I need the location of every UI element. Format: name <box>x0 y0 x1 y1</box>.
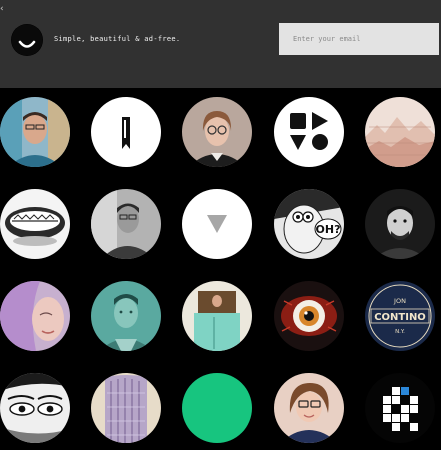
avatar-woman-glasses[interactable] <box>182 97 252 167</box>
avatar-oh-illustration[interactable]: OH? <box>274 189 344 259</box>
avatar-grid-logo[interactable] <box>365 373 435 443</box>
back-chevron-icon[interactable]: ‹ <box>0 4 6 14</box>
tagline-text: Simple, beautiful & ad-free. <box>54 35 181 43</box>
avatar-green-circle[interactable] <box>182 373 252 443</box>
avatar-woman-glasses-2[interactable] <box>274 373 344 443</box>
header-bar: ‹ Simple, beautiful & ad-free. <box>0 0 441 88</box>
email-input[interactable] <box>279 23 439 55</box>
avatar-teal-portrait[interactable] <box>91 281 161 351</box>
smile-circle-icon[interactable] <box>11 24 43 56</box>
badge-top-text: JON <box>393 297 406 305</box>
avatar-triangle-logo[interactable] <box>182 189 252 259</box>
avatar-purple-hair[interactable] <box>0 281 70 351</box>
avatar-man-blue-shirt[interactable] <box>0 97 70 167</box>
avatar-bookmark-logo[interactable] <box>91 97 161 167</box>
avatar-man-bw[interactable] <box>91 189 161 259</box>
avatar-door-teal[interactable] <box>182 281 252 351</box>
illustration-text: OH? <box>316 223 341 236</box>
avatar-eyeball-illustration[interactable] <box>274 281 344 351</box>
badge-main-text: CONTINO <box>374 312 426 323</box>
avatar-braided-hair[interactable] <box>91 373 161 443</box>
avatar-man-dark[interactable] <box>365 189 435 259</box>
avatar-contino-badge[interactable]: JON CONTINO N.Y. <box>365 281 435 351</box>
avatar-sketch-landscape[interactable] <box>365 97 435 167</box>
avatar-cartoon-creature[interactable] <box>0 189 70 259</box>
badge-bottom-text: N.Y. <box>395 329 405 335</box>
avatar-grid: OH? JON CONTINO N.Y. <box>0 88 441 450</box>
avatar-shapes-logo[interactable] <box>274 97 344 167</box>
avatar-eyes-drawing[interactable] <box>0 373 70 443</box>
